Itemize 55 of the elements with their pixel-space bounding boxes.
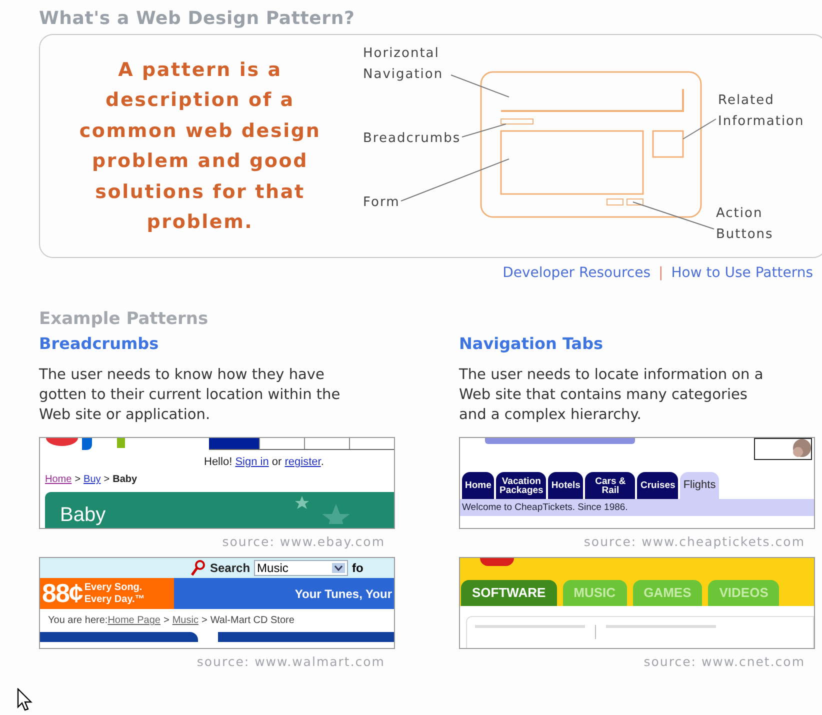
nav-tab[interactable]: Flights: [680, 472, 719, 499]
magnifier-icon: [190, 560, 206, 576]
section-title: Example Patterns: [39, 309, 210, 329]
caret-icon: [332, 563, 346, 573]
breadcrumb-link[interactable]: Home Page: [108, 615, 160, 626]
logo-fragment-icon: [485, 438, 635, 444]
banner-title: Your Tunes, Your: [294, 586, 392, 600]
breadcrumb-link[interactable]: Home: [45, 474, 72, 485]
logo-fragment-icon: [480, 558, 514, 566]
greeting-text: Hello! Sign in or register.: [204, 456, 325, 468]
nav-tab[interactable]: Home: [462, 472, 494, 499]
breadcrumb-current: Wal-Mart CD Store: [210, 615, 294, 626]
leader-line: [682, 118, 716, 139]
search-label: Search: [210, 561, 250, 575]
pattern-title-link[interactable]: Navigation Tabs: [459, 334, 815, 353]
register-link[interactable]: register: [284, 456, 321, 468]
sign-in-link[interactable]: Sign in: [235, 456, 269, 468]
source-caption: source: www.cnet.com: [642, 653, 806, 671]
crumb-separator: >: [201, 615, 208, 626]
nav-tab[interactable]: SOFTWARE: [461, 580, 557, 606]
banner-title: Baby: [60, 504, 106, 528]
diagram-label: Breadcrumbs: [363, 130, 461, 146]
source-caption: source: www.cheaptickets.com: [582, 533, 806, 551]
slogan-text: Every Song. Every Day.™: [84, 582, 145, 606]
nav-tab[interactable]: Hotels: [548, 472, 584, 499]
crumb-separator: >: [164, 615, 170, 626]
breadcrumb-link[interactable]: Buy: [84, 474, 101, 485]
nav-tab[interactable]: Cars & Rail: [585, 472, 636, 499]
price-text: 88¢: [42, 578, 82, 609]
leader-line: [462, 123, 506, 137]
pattern-title-link[interactable]: Breadcrumbs: [39, 334, 395, 353]
nav-tab[interactable]: Vacation Packages: [496, 472, 546, 499]
page-title: What's a Web Design Pattern?: [39, 8, 356, 29]
source-caption: source: www.ebay.com: [221, 533, 386, 551]
crumb-separator: >: [104, 474, 110, 485]
link-separator: |: [658, 265, 664, 283]
diagram-label: Horizontal Navigation: [363, 46, 444, 82]
cut-text: fo: [352, 561, 364, 575]
diagram-label: Action Buttons: [716, 206, 774, 242]
crumb-separator: >: [74, 474, 81, 485]
developer-resources-link[interactable]: Developer Resources: [502, 265, 651, 291]
pattern-description: The user needs to locate information on a Web site that contains many categories and a complex hierarchy.: [459, 366, 764, 425]
diagram-label: Related Information: [718, 92, 804, 128]
nav-tab[interactable]: Cruises: [637, 472, 678, 499]
category-select[interactable]: Music: [254, 560, 348, 576]
location-label: You are here:: [48, 615, 108, 626]
breadcrumb-current: Baby: [112, 474, 138, 485]
pattern-definition: A pattern is a description of a common web design problem and good solutions for that problem.: [78, 58, 322, 235]
breadcrumb-link[interactable]: Music: [172, 615, 198, 626]
diagram-label: Form: [363, 194, 400, 210]
welcome-text: Welcome to CheapTickets. Since 1986.: [460, 499, 814, 516]
leader-line: [450, 74, 510, 97]
source-caption: source: www.walmart.com: [196, 653, 386, 671]
pattern-description: The user needs to know how they have gotten to their current location within the Web site or application.: [39, 366, 342, 425]
how-to-use-link[interactable]: How to Use Patterns: [671, 265, 813, 291]
